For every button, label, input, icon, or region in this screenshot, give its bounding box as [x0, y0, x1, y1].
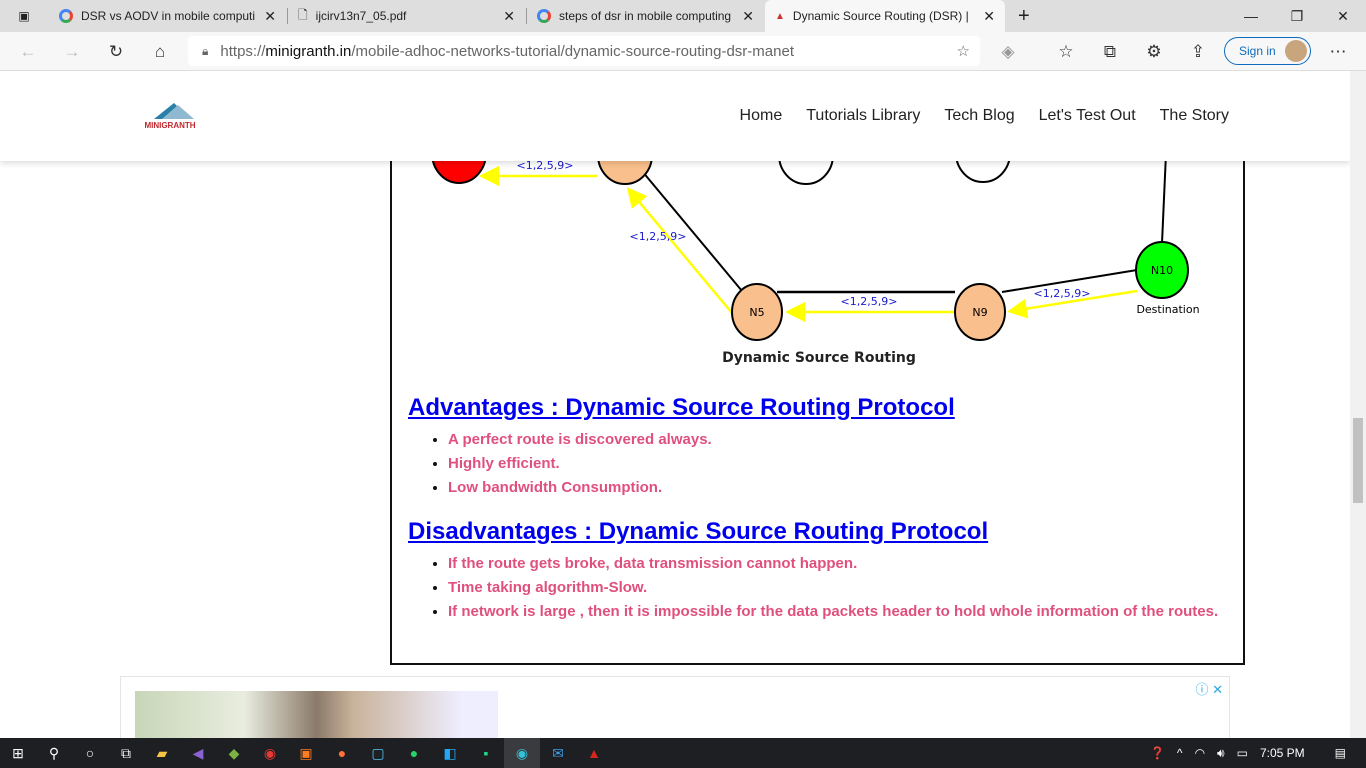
extensions-icon[interactable]: ⚙ — [1142, 40, 1166, 64]
task-view-icon[interactable]: ⧉ — [108, 738, 144, 768]
list-item: A perfect route is discovered always. — [448, 428, 1228, 452]
web-page: MINIGRANTH Home Tutorials Library Tech B… — [0, 71, 1350, 738]
edge-icon[interactable]: ◉ — [504, 738, 540, 768]
avatar — [1285, 40, 1307, 62]
route-arrow — [626, 187, 733, 314]
route-label: <1,2,5,9> — [630, 230, 687, 243]
forward-button[interactable]: → — [60, 40, 84, 64]
close-window-button[interactable]: ✕ — [1320, 0, 1366, 32]
clock[interactable]: 7:05 PM — [1260, 746, 1305, 760]
volume-icon[interactable]: 🔊︎ — [1217, 746, 1225, 761]
tab-pdf[interactable]: 🗋 ijcirv13n7_05.pdf ✕ — [288, 0, 525, 32]
nav-tech-blog[interactable]: Tech Blog — [944, 107, 1014, 125]
advantages-list: A perfect route is discovered always. Hi… — [448, 428, 1228, 500]
node-label: N5 — [749, 306, 764, 319]
nav-tutorials-library[interactable]: Tutorials Library — [806, 107, 920, 125]
destination-label: Destination — [1136, 303, 1199, 316]
pycharm-icon[interactable]: ▪ — [468, 738, 504, 768]
help-icon[interactable]: ❓ — [1150, 746, 1165, 760]
chevron-up-icon[interactable]: ^ — [1177, 746, 1183, 760]
visual-studio-icon[interactable]: ◀ — [180, 738, 216, 768]
taskbar: ⊞ ⚲ ○ ⧉ ▰ ◀ ◆ ◉ ▣ ● ▢ ● ◧ ▪ ◉ ✉ ▲ ❓ ^ ◠ … — [0, 738, 1366, 768]
node-label: N10 — [1151, 264, 1173, 277]
wifi-icon[interactable]: ◠ — [1195, 746, 1205, 760]
firefox-icon[interactable]: ● — [324, 738, 360, 768]
nav-lets-test-out[interactable]: Let's Test Out — [1039, 107, 1136, 125]
refresh-button[interactable]: ↻ — [104, 40, 128, 64]
tab-actions-button[interactable]: ▣ — [0, 0, 48, 32]
favorites-icon[interactable]: ☆ — [1054, 40, 1078, 64]
url-input[interactable]: 🔒︎ https://minigranth.in/mobile-adhoc-ne… — [188, 36, 980, 66]
ad-image[interactable] — [135, 691, 498, 738]
list-item: If the route gets broke, data transmissi… — [448, 552, 1228, 576]
file-explorer-icon[interactable]: ▰ — [144, 738, 180, 768]
list-item: If network is large , then it is impossi… — [448, 600, 1228, 624]
xampp-icon[interactable]: ▣ — [288, 738, 324, 768]
sign-in-button[interactable]: Sign in — [1224, 37, 1311, 65]
disadvantages-heading[interactable]: Disadvantages : Dynamic Source Routing P… — [408, 518, 988, 546]
list-item: Time taking algorithm-Slow. — [448, 576, 1228, 600]
vscode-icon[interactable]: ◧ — [432, 738, 468, 768]
mail-icon[interactable]: ✉ — [540, 738, 576, 768]
home-button[interactable]: ⌂ — [148, 40, 172, 64]
search-icon[interactable]: ⚲ — [36, 738, 72, 768]
tab-actions-icon: ▣ — [18, 9, 30, 23]
advertisement[interactable]: ⓘ ✕ — [120, 676, 1230, 738]
route-label: <1,2,5,9> — [841, 295, 898, 308]
google-icon — [59, 9, 73, 23]
collections-ext-icon[interactable]: ◈ — [996, 40, 1020, 64]
acrobat-icon[interactable]: ▲ — [576, 738, 612, 768]
share-icon[interactable]: ⇪ — [1186, 40, 1210, 64]
main-nav: Home Tutorials Library Tech Blog Let's T… — [740, 107, 1229, 125]
list-item: Low bandwidth Consumption. — [448, 476, 1228, 500]
close-tab-icon[interactable]: ✕ — [264, 8, 276, 25]
minigranth-logo[interactable]: MINIGRANTH — [134, 99, 206, 133]
whatsapp-icon[interactable]: ● — [396, 738, 432, 768]
collections-icon[interactable]: ⧉ — [1098, 40, 1122, 64]
libreoffice-icon[interactable]: ▢ — [360, 738, 396, 768]
diagram-caption: Dynamic Source Routing — [722, 350, 916, 366]
lock-icon: 🔒︎ — [202, 43, 209, 58]
plus-icon: + — [1018, 4, 1030, 27]
close-tab-icon[interactable]: ✕ — [983, 8, 995, 25]
favorite-star-icon[interactable]: ☆ — [957, 42, 970, 60]
system-tray: ❓ ^ ◠ 🔊︎ ▭ 7:05 PM ▤ — [1150, 738, 1346, 768]
google-icon — [537, 9, 551, 23]
close-tab-icon[interactable]: ✕ — [503, 8, 515, 25]
node-label: N9 — [972, 306, 987, 319]
battery-icon[interactable]: ▭ — [1237, 746, 1248, 760]
nav-home[interactable]: Home — [740, 107, 783, 125]
start-button[interactable]: ⊞ — [0, 738, 36, 768]
git-icon[interactable]: ◆ — [216, 738, 252, 768]
more-menu-button[interactable]: ⋯ — [1326, 40, 1350, 64]
route-label: <1,2,5,9> — [1034, 287, 1091, 300]
ad-close-icon[interactable]: ✕ — [1212, 682, 1223, 697]
new-tab-button[interactable]: + — [1008, 0, 1036, 32]
site-icon: ▲ — [775, 10, 785, 22]
page-scrollbar[interactable] — [1350, 71, 1366, 738]
svg-text:MINIGRANTH: MINIGRANTH — [144, 121, 195, 130]
ad-info-icon[interactable]: ⓘ — [1195, 682, 1208, 697]
cortana-icon[interactable]: ○ — [72, 738, 108, 768]
tab-dynamic-source-routing[interactable]: ▲ Dynamic Source Routing (DSR) | ✕ — [765, 0, 1005, 32]
restore-button[interactable]: ❐ — [1274, 0, 1320, 32]
site-header: MINIGRANTH Home Tutorials Library Tech B… — [0, 71, 1350, 161]
address-bar-row: ← → ↻ ⌂ 🔒︎ https://minigranth.in/mobile-… — [0, 32, 1366, 71]
document-icon: 🗋 — [298, 7, 308, 22]
recorder-icon[interactable]: ◉ — [252, 738, 288, 768]
scrollbar-thumb[interactable] — [1353, 418, 1363, 503]
close-tab-icon[interactable]: ✕ — [742, 8, 754, 25]
back-button[interactable]: ← — [16, 40, 40, 64]
tab-bar: ▣ DSR vs AODV in mobile computi ✕ 🗋 ijcirv… — [0, 0, 1366, 32]
disadvantages-list: If the route gets broke, data transmissi… — [448, 552, 1228, 624]
minimize-button[interactable]: — — [1228, 0, 1274, 32]
list-item: Highly efficient. — [448, 452, 1228, 476]
notifications-icon[interactable]: ▤ — [1335, 746, 1346, 760]
tab-steps-of-dsr[interactable]: steps of dsr in mobile computing ✕ — [527, 0, 764, 32]
nav-the-story[interactable]: The Story — [1160, 107, 1229, 125]
tab-dsr-vs-aodv[interactable]: DSR vs AODV in mobile computi ✕ — [49, 0, 286, 32]
advantages-heading[interactable]: Advantages : Dynamic Source Routing Prot… — [408, 394, 955, 422]
